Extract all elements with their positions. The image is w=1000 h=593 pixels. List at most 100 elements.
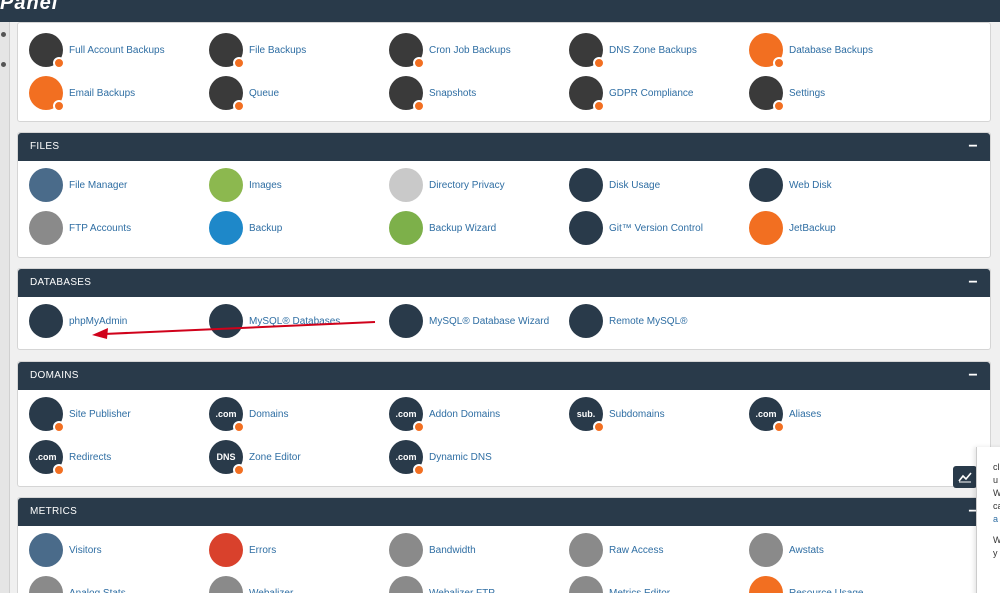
tool-item[interactable]: Queue <box>209 76 279 112</box>
tool-item[interactable]: Cron Job Backups <box>389 33 511 69</box>
tool-item[interactable]: File Manager <box>29 168 127 202</box>
files-header[interactable]: FILES − <box>18 133 990 161</box>
metrics-header[interactable]: METRICS − <box>18 498 990 526</box>
mysql-wizard-icon <box>389 304 423 338</box>
tool-label: Web Disk <box>789 179 832 191</box>
tool-item[interactable]: Webalizer <box>209 576 293 593</box>
badge-icon <box>233 421 245 433</box>
tool-label: Images <box>249 179 282 191</box>
tool-item[interactable]: Web Disk <box>749 168 832 202</box>
tool-item[interactable]: MySQL® Database Wizard <box>389 304 549 338</box>
tool-label: Visitors <box>69 544 102 556</box>
tool-item[interactable]: Backup Wizard <box>389 211 496 245</box>
databases-header[interactable]: DATABASES − <box>18 269 990 297</box>
widget-text: y <box>993 548 998 558</box>
tool-label: Cron Job Backups <box>429 44 511 56</box>
cron-backup-icon <box>389 33 425 69</box>
tool-item[interactable]: .com Aliases <box>749 397 821 433</box>
rail-icon[interactable] <box>1 62 6 67</box>
backup-wizard-icon <box>389 211 423 245</box>
side-info-widget: cluWcaaWy <box>976 447 1000 593</box>
tool-item[interactable]: Full Account Backups <box>29 33 165 69</box>
collapse-button[interactable]: − <box>968 362 978 390</box>
tool-item[interactable]: Disk Usage <box>569 168 660 202</box>
domains-panel: DOMAINS − Site Publisher .com Domains .com A… <box>17 361 991 487</box>
tool-item[interactable]: Snapshots <box>389 76 477 112</box>
tool-item[interactable]: sub. Subdomains <box>569 397 665 433</box>
tool-item[interactable]: Raw Access <box>569 533 663 567</box>
tool-item[interactable]: Settings <box>749 76 826 112</box>
domains-icon: .com <box>209 397 245 433</box>
annotation-arrow <box>92 321 376 339</box>
tool-label: Redirects <box>69 451 112 463</box>
tool-label: Snapshots <box>429 87 477 99</box>
tool-item[interactable]: File Backups <box>209 33 306 69</box>
tool-item[interactable]: Backup <box>209 211 282 245</box>
tool-item[interactable]: Bandwidth <box>389 533 476 567</box>
files-panel: FILES − File Manager Images Directory Priv… <box>17 132 991 258</box>
tool-item[interactable]: .com Domains <box>209 397 288 433</box>
jetbackup-icon <box>749 211 783 245</box>
raw-access-icon <box>569 533 603 567</box>
tool-label: Disk Usage <box>609 179 661 191</box>
collapse-button[interactable]: − <box>968 133 978 161</box>
badge-icon <box>413 100 425 112</box>
settings-icon <box>749 76 785 112</box>
tool-item[interactable]: Remote MySQL® <box>569 304 688 338</box>
tool-item[interactable]: GDPR Compliance <box>569 76 693 112</box>
tool-label: File Manager <box>69 179 128 191</box>
tool-item[interactable]: .com Addon Domains <box>389 397 501 433</box>
tool-item[interactable]: FTP Accounts <box>29 211 131 245</box>
tool-label: Site Publisher <box>69 408 131 420</box>
tool-label: MySQL® Database Wizard <box>429 315 550 327</box>
section-title: DATABASES <box>30 277 92 288</box>
tool-label: Settings <box>789 87 826 99</box>
git-icon <box>569 211 603 245</box>
tool-item[interactable]: Errors <box>209 533 276 567</box>
badge-icon <box>233 464 245 476</box>
tool-item[interactable]: Metrics Editor <box>569 576 670 593</box>
tool-item[interactable]: Awstats <box>749 533 824 567</box>
tool-item[interactable]: Directory Privacy <box>389 168 505 202</box>
tool-label: FTP Accounts <box>69 222 132 234</box>
images-icon <box>209 168 243 202</box>
domains-header[interactable]: DOMAINS − <box>18 362 990 390</box>
tool-item[interactable]: JetBackup <box>749 211 836 245</box>
rail-icon[interactable] <box>1 32 6 37</box>
tool-item[interactable]: Analog Stats <box>29 576 126 593</box>
stats-chart-icon[interactable] <box>953 466 977 488</box>
gdpr-icon <box>569 76 605 112</box>
badge-icon <box>773 100 785 112</box>
awstats-icon <box>749 533 783 567</box>
tool-item[interactable]: Visitors <box>29 533 102 567</box>
aliases-icon: .com <box>749 397 785 433</box>
tool-item[interactable]: .com Redirects <box>29 440 112 476</box>
cpanel-logo[interactable]: Panel <box>0 0 58 15</box>
tool-item[interactable]: DNS Zone Editor <box>209 440 301 476</box>
tool-item[interactable]: Webalizer FTP <box>389 576 495 593</box>
tool-label: Dynamic DNS <box>429 451 492 463</box>
top-navbar: Panel <box>0 0 1000 22</box>
backup-panel: Full Account Backups File Backups Cron Job… <box>17 22 991 122</box>
webalizer-ftp-icon <box>389 576 423 593</box>
tool-item[interactable]: Site Publisher <box>29 397 131 433</box>
metrics-editor-icon <box>569 576 603 593</box>
user-backup-icon <box>29 33 65 69</box>
section-title: FILES <box>30 141 60 152</box>
tool-item[interactable]: .com Dynamic DNS <box>389 440 492 476</box>
badge-icon <box>773 421 785 433</box>
tool-item[interactable]: Resource Usage <box>749 576 863 593</box>
collapse-button[interactable]: − <box>968 269 978 297</box>
tool-item[interactable]: Git™ Version Control <box>569 211 703 245</box>
badge-icon <box>53 464 65 476</box>
tool-label: Metrics Editor <box>609 587 671 593</box>
tool-label: Webalizer FTP <box>429 587 495 593</box>
database-backup-icon <box>749 33 785 69</box>
tool-item[interactable]: DNS Zone Backups <box>569 33 697 69</box>
tool-item[interactable]: Images <box>209 168 282 202</box>
tool-item[interactable]: Email Backups <box>29 76 135 112</box>
tool-label: Addon Domains <box>429 408 501 420</box>
widget-text: W <box>993 488 1000 498</box>
badge-icon <box>233 57 245 69</box>
tool-item[interactable]: Database Backups <box>749 33 873 69</box>
